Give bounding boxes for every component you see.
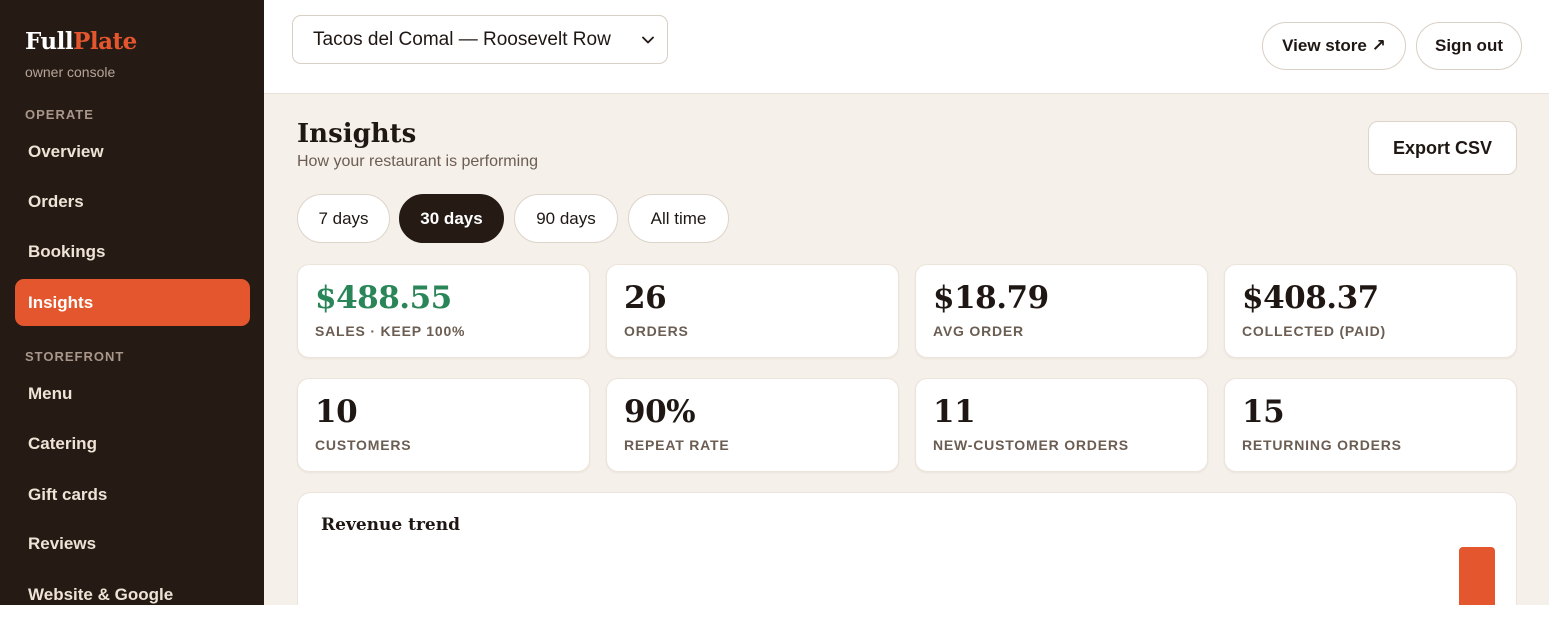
store-select[interactable]: Tacos del Comal — Roosevelt Row (292, 15, 668, 64)
section-label-storefront: STOREFRONT (25, 349, 125, 364)
stat-card-customers: 10 CUSTOMERS (297, 378, 590, 472)
stat-value: 15 (1242, 394, 1285, 430)
brand-name-part2: Plate (73, 28, 137, 55)
stat-card-returning-orders: 15 RETURNING ORDERS (1224, 378, 1517, 472)
stat-card-new-customer-orders: 11 NEW-CUSTOMER ORDERS (915, 378, 1208, 472)
stat-label: REPEAT RATE (624, 437, 730, 453)
vertical-scrollbar[interactable] (1549, 0, 1554, 605)
stat-label: SALES · KEEP 100% (315, 323, 466, 339)
sidebar-item-website-google[interactable]: Website & Google (15, 571, 250, 605)
page-title: Insights (297, 119, 417, 149)
stat-value: 90% (624, 394, 696, 430)
stat-value: $408.37 (1242, 280, 1379, 316)
brand-subtitle: owner console (25, 64, 116, 80)
sidebar-item-insights[interactable]: Insights (15, 279, 250, 326)
range-90-days[interactable]: 90 days (514, 194, 618, 243)
store-select-value: Tacos del Comal — Roosevelt Row (313, 28, 611, 50)
stat-label: AVG ORDER (933, 323, 1024, 339)
view-store-button[interactable]: View store ↗ (1262, 22, 1406, 70)
stat-label: NEW-CUSTOMER ORDERS (933, 437, 1129, 453)
sidebar-item-menu[interactable]: Menu (15, 370, 250, 417)
stat-value: 26 (624, 280, 667, 316)
range-all-time[interactable]: All time (628, 194, 729, 243)
stat-value: $18.79 (933, 280, 1049, 316)
sign-out-button[interactable]: Sign out (1416, 22, 1522, 70)
brand-logo[interactable]: FullPlate (25, 28, 137, 55)
stat-label: ORDERS (624, 323, 689, 339)
page-subtitle: How your restaurant is performing (297, 153, 538, 170)
stat-value: 11 (933, 394, 976, 430)
sidebar-item-reviews[interactable]: Reviews (15, 520, 250, 567)
app-viewport: FullPlate owner console OPERATE Overview… (0, 0, 1549, 605)
main-content: Insights How your restaurant is performi… (264, 95, 1549, 605)
stat-label: CUSTOMERS (315, 437, 412, 453)
stat-card-sales: $488.55 SALES · KEEP 100% (297, 264, 590, 358)
revenue-trend-chart (1459, 547, 1495, 605)
sidebar-item-gift-cards[interactable]: Gift cards (15, 471, 250, 518)
range-7-days[interactable]: 7 days (297, 194, 390, 243)
stat-label: RETURNING ORDERS (1242, 437, 1402, 453)
range-30-days[interactable]: 30 days (399, 194, 504, 243)
stat-card-repeat-rate: 90% REPEAT RATE (606, 378, 899, 472)
stat-value: $488.55 (315, 280, 452, 316)
section-label-operate: OPERATE (25, 107, 94, 122)
stat-card-avg-order: $18.79 AVG ORDER (915, 264, 1208, 358)
sidebar-item-catering[interactable]: Catering (15, 420, 250, 467)
sidebar-item-orders[interactable]: Orders (15, 178, 250, 225)
export-csv-button[interactable]: Export CSV (1368, 121, 1517, 175)
revenue-trend-card: Revenue trend (297, 492, 1517, 605)
stat-card-collected: $408.37 COLLECTED (PAID) (1224, 264, 1517, 358)
stat-label: COLLECTED (PAID) (1242, 323, 1386, 339)
stat-card-orders: 26 ORDERS (606, 264, 899, 358)
sidebar-item-bookings[interactable]: Bookings (15, 228, 250, 275)
chevron-down-icon (641, 33, 655, 47)
sidebar-item-overview[interactable]: Overview (15, 128, 250, 175)
brand-name-part1: Full (25, 28, 74, 55)
sidebar: FullPlate owner console OPERATE Overview… (0, 0, 264, 605)
stat-value: 10 (315, 394, 358, 430)
topbar: Tacos del Comal — Roosevelt Row View sto… (264, 0, 1549, 94)
chart-bar (1459, 547, 1495, 605)
